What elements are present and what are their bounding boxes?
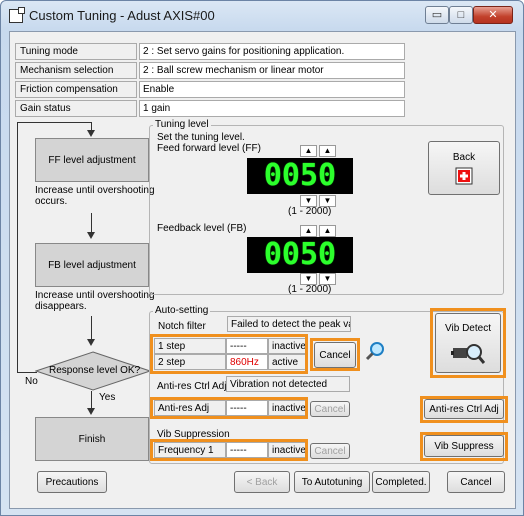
ff-level-display: 0050 (247, 158, 353, 194)
antires-ctrl-label: Anti-res Ctrl Adj (157, 381, 227, 392)
finish-label: Finish (78, 434, 106, 445)
fb-note: Increase until overshooting disappears. (35, 290, 155, 312)
highlight-antires-button (420, 396, 508, 423)
back-level-button[interactable]: Back (428, 141, 500, 195)
ff-increase-button[interactable]: ▲ (300, 145, 317, 157)
info-label: Gain status (15, 100, 137, 117)
precautions-button[interactable]: Precautions (37, 471, 107, 493)
fb-level-display: 0050 (247, 237, 353, 273)
fb-box-label: FB level adjustment (48, 260, 136, 271)
flow-line (91, 316, 92, 341)
red-cross-icon (455, 167, 473, 184)
yes-label: Yes (99, 392, 116, 403)
flow-loop-left-line (17, 122, 18, 372)
fb-range: (1 - 2000) (288, 284, 332, 295)
ff-note: Increase until overshooting occurs. (35, 185, 155, 207)
decision-label: Response level OK? (49, 365, 141, 376)
completed-button[interactable]: Completed. (372, 471, 430, 493)
ff-range: (1 - 2000) (288, 206, 332, 217)
tuning-instruction: Set the tuning level. (157, 132, 245, 143)
maximize-button[interactable]: □ (449, 6, 473, 24)
auto-setting-title: Auto-setting (153, 305, 211, 316)
flow-line (91, 213, 92, 233)
app-icon (9, 7, 25, 23)
tuning-level-title: Tuning level (153, 119, 211, 130)
info-label: Mechanism selection (15, 62, 137, 79)
ff-box-label: FF level adjustment (48, 155, 136, 166)
fb-increase-fast-button[interactable]: ▲ (319, 225, 336, 237)
back-step-button[interactable]: < Back (234, 471, 290, 493)
title-bar[interactable]: Custom Tuning - Adust AXIS#00 ▭ □ ✕ (1, 1, 523, 31)
info-value: 2 : Ball screw mechanism or linear motor (139, 62, 405, 79)
vib-suppress-cancel-button[interactable]: Cancel (310, 443, 350, 459)
notch-status: Failed to detect the peak va (227, 316, 351, 332)
arrow-down-icon (87, 339, 95, 346)
finish-box: Finish (35, 417, 149, 461)
arrow-down-icon (87, 232, 95, 239)
ff-level-value: 0050 (263, 158, 337, 193)
fb-level-label: Feedback level (FB) (157, 223, 247, 234)
cancel-button[interactable]: Cancel (447, 471, 505, 493)
highlight-notch-cancel (310, 338, 360, 371)
antires-status: Vibration not detected (226, 376, 350, 392)
fb-increase-button[interactable]: ▲ (300, 225, 317, 237)
highlight-vib-detect (430, 308, 506, 378)
info-value: 1 gain (139, 100, 405, 117)
highlight-notch-steps (150, 334, 308, 374)
arrow-down-icon (87, 408, 95, 415)
close-button[interactable]: ✕ (473, 6, 513, 24)
no-label: No (25, 376, 38, 387)
info-row-tuning-mode: Tuning mode 2 : Set servo gains for posi… (15, 43, 405, 60)
info-label: Friction compensation (15, 81, 137, 98)
notch-filter-label: Notch filter (158, 321, 206, 332)
info-label: Tuning mode (15, 43, 137, 60)
to-autotuning-button[interactable]: To Autotuning (294, 471, 370, 493)
flow-loop-bottom-line (17, 372, 37, 373)
info-row-mechanism: Mechanism selection 2 : Ball screw mecha… (15, 62, 405, 79)
ff-level-label: Feed forward level (FF) (157, 143, 261, 154)
info-row-friction: Friction compensation Enable (15, 81, 405, 98)
ff-level-adjustment-box: FF level adjustment (35, 138, 149, 182)
back-level-label: Back (452, 151, 476, 163)
window-title: Custom Tuning - Adust AXIS#00 (29, 8, 215, 23)
fb-level-adjustment-box: FB level adjustment (35, 243, 149, 287)
highlight-frequency1 (150, 439, 308, 461)
ff-increase-fast-button[interactable]: ▲ (319, 145, 336, 157)
antires-cancel-button[interactable]: Cancel (310, 401, 350, 417)
custom-tuning-window: Custom Tuning - Adust AXIS#00 ▭ □ ✕ Tuni… (0, 0, 524, 516)
arrow-down-icon (87, 130, 95, 137)
magnifier-icon (365, 342, 384, 361)
info-row-gain-status: Gain status 1 gain (15, 100, 405, 117)
highlight-antires-adj (150, 397, 308, 419)
flow-loop-top-line (17, 122, 91, 123)
info-value: 2 : Set servo gains for positioning appl… (139, 43, 405, 60)
minimize-button[interactable]: ▭ (425, 6, 449, 24)
highlight-vib-suppress (420, 432, 508, 461)
fb-level-value: 0050 (263, 237, 337, 272)
info-value: Enable (139, 81, 405, 98)
